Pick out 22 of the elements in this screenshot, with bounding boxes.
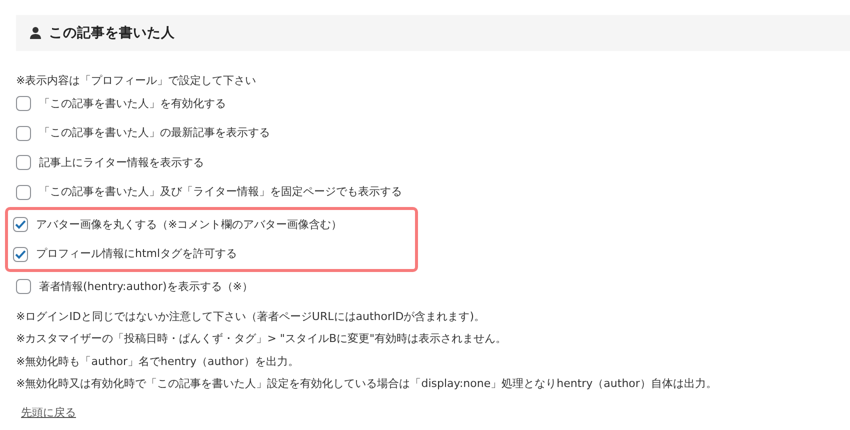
checkbox[interactable] — [13, 246, 28, 262]
checkbox-label[interactable]: 記事上にライター情報を表示する — [39, 154, 204, 171]
section-title: この記事を書いた人 — [49, 24, 175, 43]
checkbox[interactable] — [16, 184, 31, 200]
checkbox-label[interactable]: 「この記事を書いた人」を有効化する — [39, 96, 226, 112]
checkbox[interactable] — [13, 217, 28, 232]
checkbox-label[interactable]: プロフィール情報にhtmlタグを許可する — [36, 246, 238, 262]
checkbox[interactable] — [16, 96, 31, 112]
note-text: ※カスタマイザーの「投稿日時・ぱんくず・タグ」> "スタイルBに変更"有効時は表示されません。 — [16, 331, 508, 347]
person-icon — [30, 27, 41, 39]
notice-text: ※表示内容は「プロフィール」で設定して下さい — [16, 73, 258, 89]
note-text: ※ログインIDと同じではないか注意して下さい（著者ページURLにはauthorIDが含まれます)。 — [16, 308, 486, 324]
checkbox-label[interactable]: 著者情報(hentry:author)を表示する（※） — [39, 278, 254, 295]
checkbox[interactable] — [16, 155, 31, 170]
checkbox[interactable] — [16, 279, 31, 294]
note-text: ※無効化時又は有効化時で「この記事を書いた人」設定を有効化している場合は「display:none」処理となりhentry（author）自体は出力。 — [16, 376, 718, 392]
note-text: ※無効化時も「author」名でhentry（author）を出力。 — [16, 354, 300, 370]
checkbox-label[interactable]: 「この記事を書いた人」の最新記事を表示する — [39, 125, 270, 142]
checkbox-label[interactable]: 「この記事を書いた人」及び「ライター情報」を固定ページでも表示する — [39, 184, 402, 200]
checkbox-label[interactable]: アバター画像を丸くする（※コメント欄のアバター画像含む） — [36, 216, 342, 233]
checkbox[interactable] — [16, 126, 31, 141]
back-to-top-link[interactable]: 先頭に戻る — [21, 404, 76, 421]
